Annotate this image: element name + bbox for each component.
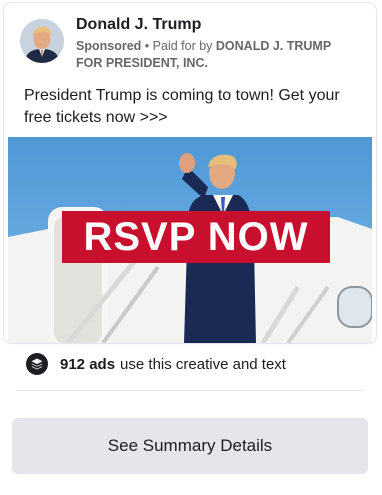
stack-layers-icon [26, 353, 48, 375]
avatar-portrait-icon [20, 19, 64, 63]
ads-count-row: 912 ads use this creative and text [26, 352, 286, 376]
see-summary-details-button[interactable]: See Summary Details [12, 418, 368, 474]
section-divider [16, 390, 364, 391]
separator-dot: • [144, 39, 150, 53]
page-avatar[interactable] [20, 19, 64, 63]
rsvp-banner: RSVP NOW [62, 211, 330, 263]
ads-count[interactable]: 912 ads [60, 356, 115, 373]
paid-for-prefix: Paid for by [152, 39, 213, 53]
sponsored-byline: Sponsored • Paid for by DONALD J. TRUMP … [76, 38, 358, 72]
page-name[interactable]: Donald J. Trump [76, 16, 201, 34]
ad-card: Donald J. Trump Sponsored • Paid for by … [4, 3, 376, 343]
ad-body-text: President Trump is coming to town! Get y… [24, 87, 340, 126]
sponsored-label: Sponsored [76, 39, 142, 53]
ads-description: use this creative and text [120, 355, 286, 373]
ad-creative-image[interactable]: RSVP NOW [8, 137, 372, 343]
